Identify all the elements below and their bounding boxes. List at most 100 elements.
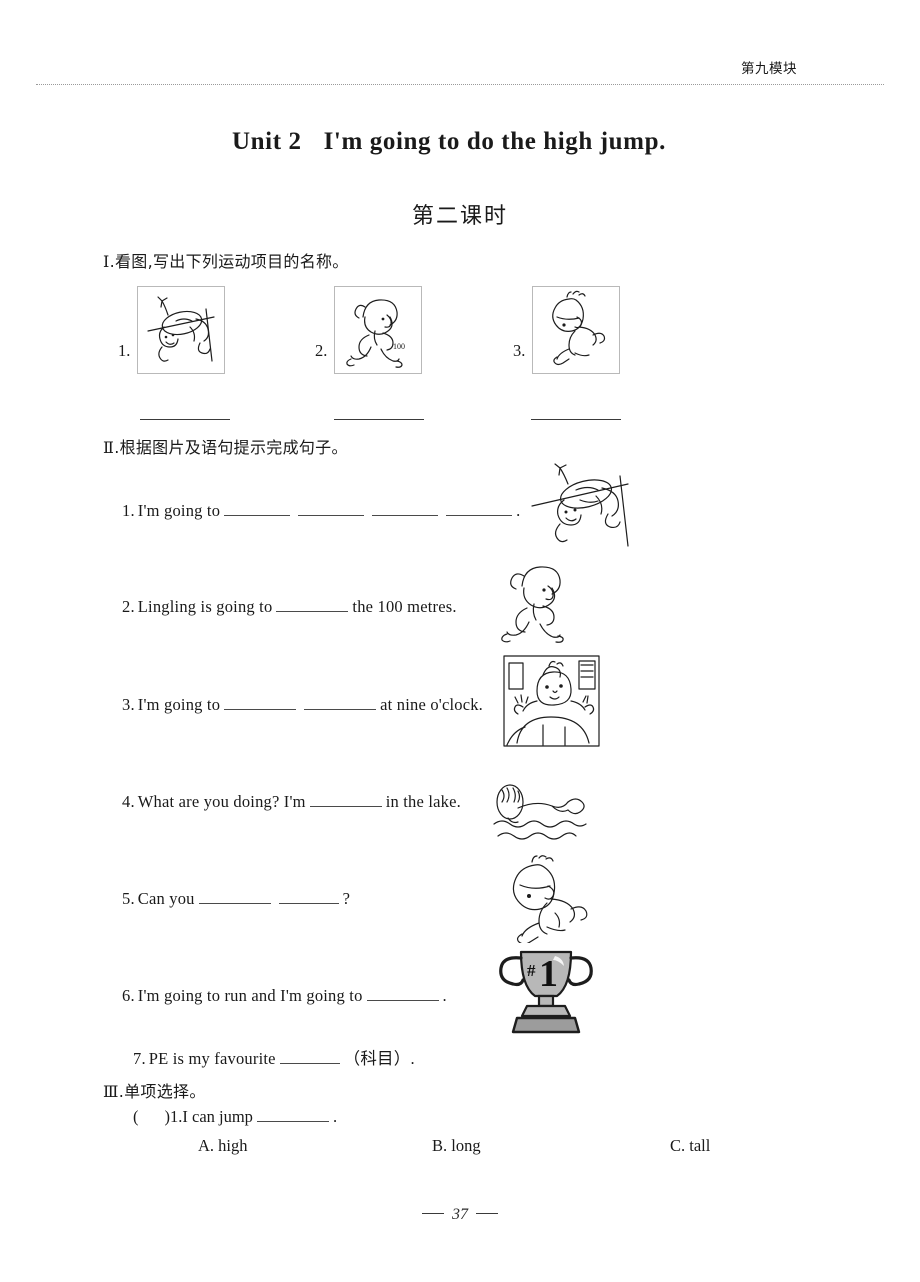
swimming-icon [493,784,587,840]
question-row-2: 2. Lingling is going to the 100 metres. [122,597,457,616]
section-text-3: .单项选择。 [118,1082,206,1101]
question-row-7: 7. PE is my favourite （科目）. [133,1049,415,1068]
mc-blank[interactable] [256,1108,329,1122]
running-icon [501,566,564,643]
race-distance-label: 100 [393,342,405,351]
question-blank-6a[interactable] [366,987,439,1001]
question-blank-1c[interactable] [372,502,439,516]
picture-item-2: 2. 100 [315,286,423,374]
question-blank-7a[interactable] [279,1050,340,1064]
question-blank-2a[interactable] [276,598,349,612]
page-footer: 37 [0,1206,920,1224]
header-divider [36,84,884,85]
high-jump-icon [531,463,629,547]
question-text-4-before: What are you doing? I'm [137,792,306,811]
running-icon: 100 [346,299,405,368]
mc-option-b[interactable]: B. long [432,1136,481,1156]
section-heading-2: Ⅱ.根据图片及语句提示完成句子。 [103,434,348,458]
mc-stem-before: I can jump [182,1107,253,1126]
question-text-7-before: PE is my favourite [148,1049,276,1068]
module-label: 第九模块 [741,61,797,77]
mc-bracket-open: ( [133,1107,139,1126]
question-text-5-before: Can you [137,889,195,908]
high-jump-icon [147,296,215,362]
picture-box-2: 100 [334,286,423,374]
question-row-5: 5. Can you? [122,889,351,908]
mc-option-b-letter: B. [432,1136,448,1155]
unit-number: Unit 2 [232,128,302,155]
picture-box-1 [137,286,226,374]
trophy-icon: # 1 [499,950,593,1034]
illustration-running [490,558,590,648]
question-text-5-after: ? [342,889,351,908]
mc-stem-after: . [332,1107,338,1126]
question-text-3-after: at nine o'clock. [380,695,484,714]
mc-option-c[interactable]: C. tall [670,1136,710,1156]
question-number-6: 6. [122,986,135,1005]
page-number: 37 [452,1206,468,1223]
mc-option-c-letter: C. [670,1136,686,1155]
long-jump-icon [552,290,606,366]
question-number-4: 4. [122,792,135,811]
question-row-3: 3. I'm going to at nine o'clock. [122,695,484,714]
section-text-2: .根据图片及语句提示完成句子。 [114,438,348,457]
question-blank-1a[interactable] [224,502,291,516]
section-roman-2: Ⅱ [103,440,115,457]
illustration-high-jump [528,462,640,552]
question-blank-3b[interactable] [304,696,377,710]
get-up-bed-icon [503,655,600,747]
question-text-1-before: I'm going to [137,501,221,520]
question-blank-4a[interactable] [309,793,382,807]
answer-blank-1[interactable] [140,419,230,420]
answer-blank-2[interactable] [334,419,424,420]
question-number-1: 1. [122,501,135,520]
illustration-long-jump [495,855,600,943]
section-text-1: .看图,写出下列运动项目的名称。 [109,252,349,271]
question-number-7: 7. [133,1049,146,1068]
question-number-5: 5. [122,889,135,908]
worksheet-page: 第九模块 Unit 2 I'm going to do the high jump… [0,0,920,1282]
svg-text:1: 1 [539,953,558,995]
question-blank-3a[interactable] [224,696,297,710]
question-row-4: 4. What are you doing? I'm in the lake. [122,792,461,811]
question-text-7-after: （科目）. [343,1049,415,1068]
mc-option-c-text: tall [689,1136,711,1155]
picture-item-1: 1. [118,286,226,374]
mc-question-number: 1. [170,1107,183,1126]
picture-number-3: 3. [513,341,526,360]
question-blank-1b[interactable] [298,502,365,516]
picture-item-3: 3. [513,286,621,374]
section-heading-3: Ⅲ.单项选择。 [103,1078,206,1102]
answer-blank-3[interactable] [531,419,621,420]
question-blank-5a[interactable] [198,890,271,904]
question-number-2: 2. [122,597,135,616]
section-roman-1: Ⅰ [103,254,110,271]
question-text-3-before: I'm going to [137,695,221,714]
footer-dash-left [422,1213,444,1214]
illustration-swimming [492,780,592,852]
question-text-1-after: . [516,501,521,520]
question-row-6: 6. I'm going to run and I'm going to. [122,986,447,1005]
question-text-6-after: . [442,986,447,1005]
question-text-2-after: the 100 metres. [352,597,457,616]
footer-dash-right [476,1213,498,1214]
question-text-2-before: Lingling is going to [137,597,273,616]
question-text-6-before: I'm going to run and I'm going to [137,986,363,1005]
question-blank-5b[interactable] [278,890,339,904]
unit-name: I'm going to do the high jump. [323,128,666,155]
mc-option-b-text: long [451,1136,481,1155]
illustration-get-up [503,655,600,747]
mc-option-a-letter: A. [198,1136,215,1155]
page-title: Unit 2 I'm going to do the high jump. [232,128,666,156]
picture-number-1: 1. [118,341,131,360]
picture-number-2: 2. [315,341,328,360]
question-row-1: 1. I'm going to. [122,501,521,520]
illustration-trophy: # 1 [493,942,599,1042]
question-number-3: 3. [122,695,135,714]
picture-box-3 [532,286,621,374]
mc-option-a[interactable]: A. high [198,1136,248,1156]
mc-option-a-text: high [218,1136,248,1155]
section-heading-1: Ⅰ.看图,写出下列运动项目的名称。 [103,248,349,272]
long-jump-icon [512,855,588,943]
question-blank-1d[interactable] [446,502,513,516]
